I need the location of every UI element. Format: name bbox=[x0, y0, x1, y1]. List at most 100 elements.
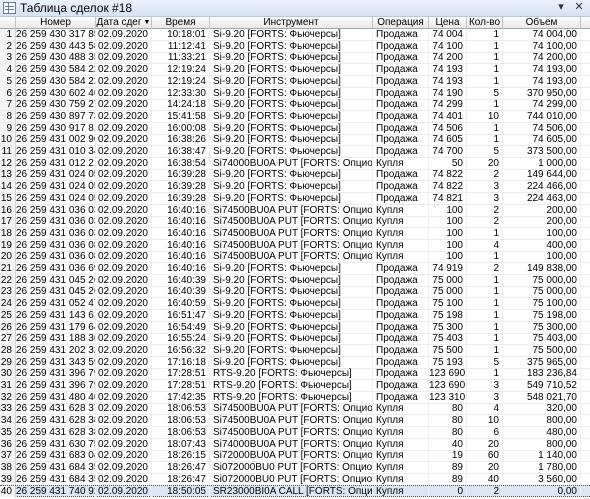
table-row[interactable]: 3226 259 431 480 46102.09.202017:42:35RT… bbox=[0, 391, 590, 404]
column-header-date[interactable]: Дата сдег ▼ bbox=[96, 17, 152, 29]
cell-instrument: Si072000BU0 PUT [FORTS: Опционы] bbox=[210, 461, 373, 473]
table-row[interactable]: 726 259 430 759 27702.09.202014:24:18Si-… bbox=[0, 99, 590, 112]
table-row[interactable]: 1526 259 431 024 05802.09.202016:39:28Si… bbox=[0, 192, 590, 205]
cell-row-index: 16 bbox=[0, 204, 16, 216]
table-row[interactable]: 2426 259 431 052 47102.09.202016:40:59Si… bbox=[0, 298, 590, 311]
cell-price: 74 193 bbox=[429, 64, 467, 76]
table-row[interactable]: 126 259 430 317 85402.09.202010:18:01Si-… bbox=[0, 29, 590, 41]
minimize-icon[interactable]: ▾ bbox=[553, 1, 569, 15]
column-header-operation[interactable]: Операция bbox=[373, 17, 429, 29]
table-row[interactable]: 1726 259 431 036 03302.09.202016:40:16Si… bbox=[0, 216, 590, 229]
table-row[interactable]: 1426 259 431 024 05702.09.202016:39:28Si… bbox=[0, 181, 590, 194]
table-row[interactable]: 2626 259 431 179 64802.09.202016:54:49Si… bbox=[0, 321, 590, 334]
table-row[interactable]: 326 259 430 488 35802.09.202011:33:21Si-… bbox=[0, 52, 590, 65]
cell-quantity: 3 bbox=[467, 181, 503, 193]
cell-instrument: Si-9.20 [FORTS: Фьючерсы] bbox=[210, 110, 373, 122]
close-icon[interactable]: ✕ bbox=[571, 1, 587, 15]
table-row[interactable]: 2726 259 431 188 36202.09.202016:55:24Si… bbox=[0, 333, 590, 346]
table-row[interactable]: 3926 259 431 684 35602.09.202018:26:47Si… bbox=[0, 473, 590, 486]
table-row[interactable]: 926 259 430 917 81802.09.202016:00:08Si-… bbox=[0, 122, 590, 135]
cell-quantity: 2 bbox=[467, 216, 503, 228]
cell-instrument: Si-9.20 [FORTS: Фьючерсы] bbox=[210, 169, 373, 181]
cell-row-index: 37 bbox=[0, 450, 16, 462]
table-row[interactable]: 25 26 259 431 143 611 02.09.2020 16:51:47 Si… bbox=[0, 309, 590, 322]
cell-row-index: 19 bbox=[0, 239, 16, 251]
cell-trade-date: 02.09.2020 bbox=[96, 192, 152, 204]
table-row[interactable]: 3526 259 431 628 38102.09.202018:06:53Si… bbox=[0, 426, 590, 439]
table-row[interactable]: 3826 259 431 684 35502.09.202018:26:47Si… bbox=[0, 461, 590, 474]
column-header-price[interactable]: Цена bbox=[429, 17, 467, 29]
cell-quantity: 1 bbox=[467, 286, 503, 298]
cell-trade-time: 16:40:59 bbox=[152, 298, 210, 310]
cell-trade-time: 16:40:16 bbox=[152, 239, 210, 251]
table-row[interactable]: 3326 259 431 628 37902.09.202018:06:53Si… bbox=[0, 403, 590, 416]
column-header-row: Номер Дата сдег ▼ Время Инструмент Операц… bbox=[0, 17, 590, 29]
cell-quantity: 1 bbox=[467, 298, 503, 310]
cell-trade-time: 16:39:28 bbox=[152, 181, 210, 193]
table-row[interactable]: 3126 259 431 396 79502.09.202017:28:51RT… bbox=[0, 380, 590, 392]
cell-instrument: Si74000BU0A PUT [FORTS: Опционы] bbox=[210, 157, 373, 169]
cell-quantity: 60 bbox=[467, 450, 503, 462]
table-row[interactable]: 2326 259 431 045 26602.09.202016:40:39Si… bbox=[0, 286, 590, 299]
table-row[interactable]: 3426 259 431 628 38002.09.202018:06:53Si… bbox=[0, 415, 590, 428]
cell-operation: Продажа bbox=[373, 309, 429, 321]
column-header-volume[interactable]: Объем bbox=[503, 17, 581, 29]
cell-price: 80 bbox=[429, 426, 467, 438]
cell-trade-number: 26 259 431 684 356 bbox=[16, 473, 96, 485]
cell-operation: Продажа bbox=[373, 286, 429, 298]
table-row[interactable]: 2026 259 431 036 08302.09.202016:40:16Si… bbox=[0, 251, 590, 264]
table-row[interactable]: 2826 259 431 202 32002.09.202016:56:32Si… bbox=[0, 344, 590, 357]
cell-operation: Продажа bbox=[373, 75, 429, 87]
cell-volume: 75 198,00 bbox=[503, 309, 581, 321]
table-row[interactable]: 626 259 430 602 46202.09.202012:33:30Si-… bbox=[0, 87, 590, 100]
cell-operation: Продажа bbox=[373, 122, 429, 134]
table-row[interactable]: 526 259 430 584 22402.09.202012:19:24Si-… bbox=[0, 75, 590, 88]
table-row[interactable]: 3626 259 431 630 75302.09.202018:07:43Si… bbox=[0, 438, 590, 451]
cell-trade-date: 02.09.2020 bbox=[96, 286, 152, 298]
table-row[interactable]: 1126 259 431 010 34202.09.202016:38:47Si… bbox=[0, 146, 590, 158]
cell-volume: 800,00 bbox=[503, 438, 581, 450]
table-row[interactable]: 1026 259 431 002 96402.09.202016:38:26Si… bbox=[0, 134, 590, 147]
column-header-index[interactable] bbox=[0, 17, 16, 29]
cell-trade-date: 02.09.2020 bbox=[96, 438, 152, 450]
cell-volume: 74 605,00 bbox=[503, 134, 581, 146]
cell-row-index: 4 bbox=[0, 64, 16, 76]
table-row[interactable]: 1826 259 431 036 03802.09.202016:40:16Si… bbox=[0, 227, 590, 240]
cell-price: 74 193 bbox=[429, 75, 467, 87]
cell-row-index: 15 bbox=[0, 192, 16, 204]
cell-price: 75 403 bbox=[429, 333, 467, 345]
column-header-time[interactable]: Время bbox=[152, 17, 210, 29]
table-row[interactable]: 2926 259 431 343 59302.09.202017:16:18Si… bbox=[0, 356, 590, 369]
table-row[interactable]: 226 259 430 443 58802.09.202011:12:41Si-… bbox=[0, 40, 590, 53]
cell-volume: 149 644,00 bbox=[503, 169, 581, 181]
cell-price: 74 299 bbox=[429, 99, 467, 111]
table-row[interactable]: 2126 259 431 036 69202.09.202016:40:16Si… bbox=[0, 263, 590, 275]
column-header-number[interactable]: Номер bbox=[16, 17, 96, 29]
table-row[interactable]: 1926 259 431 036 08202.09.202016:40:16Si… bbox=[0, 239, 590, 252]
cell-trade-date: 02.09.2020 bbox=[96, 64, 152, 76]
cell-trade-date: 02.09.2020 bbox=[96, 391, 152, 403]
table-row[interactable]: 3026 259 431 396 79402.09.202017:28:51RT… bbox=[0, 368, 590, 381]
cell-trade-time: 16:55:24 bbox=[152, 333, 210, 345]
table-row[interactable]: 426 259 430 584 22302.09.202012:19:24Si-… bbox=[0, 64, 590, 77]
cell-price: 50 bbox=[429, 157, 467, 169]
column-header-quantity[interactable]: Кол-во bbox=[467, 17, 503, 29]
cell-operation: Продажа bbox=[373, 356, 429, 368]
table-row[interactable]: 1626 259 431 036 03002.09.202016:40:16Si… bbox=[0, 204, 590, 217]
cell-trade-date: 02.09.2020 bbox=[96, 29, 152, 40]
cell-operation: Продажа bbox=[373, 87, 429, 99]
table-row[interactable]: 3726 259 431 683 04802.09.202018:26:15Si… bbox=[0, 450, 590, 463]
cell-trade-date: 02.09.2020 bbox=[96, 146, 152, 157]
cell-trade-time: 14:24:18 bbox=[152, 99, 210, 111]
table-row[interactable]: 1226 259 431 012 21602.09.202016:38:54Si… bbox=[0, 157, 590, 170]
title-bar[interactable]: Таблица сделок #18 ▾ ✕ bbox=[0, 0, 590, 17]
table-row[interactable]: 826 259 430 897 73402.09.202015:41:58Si-… bbox=[0, 110, 590, 123]
table-row[interactable]: 1326 259 431 024 05602.09.202016:39:28Si… bbox=[0, 169, 590, 182]
table-row[interactable]: 4026 259 431 740 92702.09.202018:50:05SR… bbox=[0, 485, 590, 498]
cell-operation: Продажа bbox=[373, 146, 429, 157]
cell-price: 0 bbox=[429, 486, 467, 498]
cell-price: 74 605 bbox=[429, 134, 467, 146]
cell-instrument: Si-9.20 [FORTS: Фьючерсы] bbox=[210, 75, 373, 87]
column-header-instrument[interactable]: Инструмент bbox=[210, 17, 373, 29]
table-row[interactable]: 2226 259 431 045 26502.09.202016:40:39Si… bbox=[0, 274, 590, 287]
